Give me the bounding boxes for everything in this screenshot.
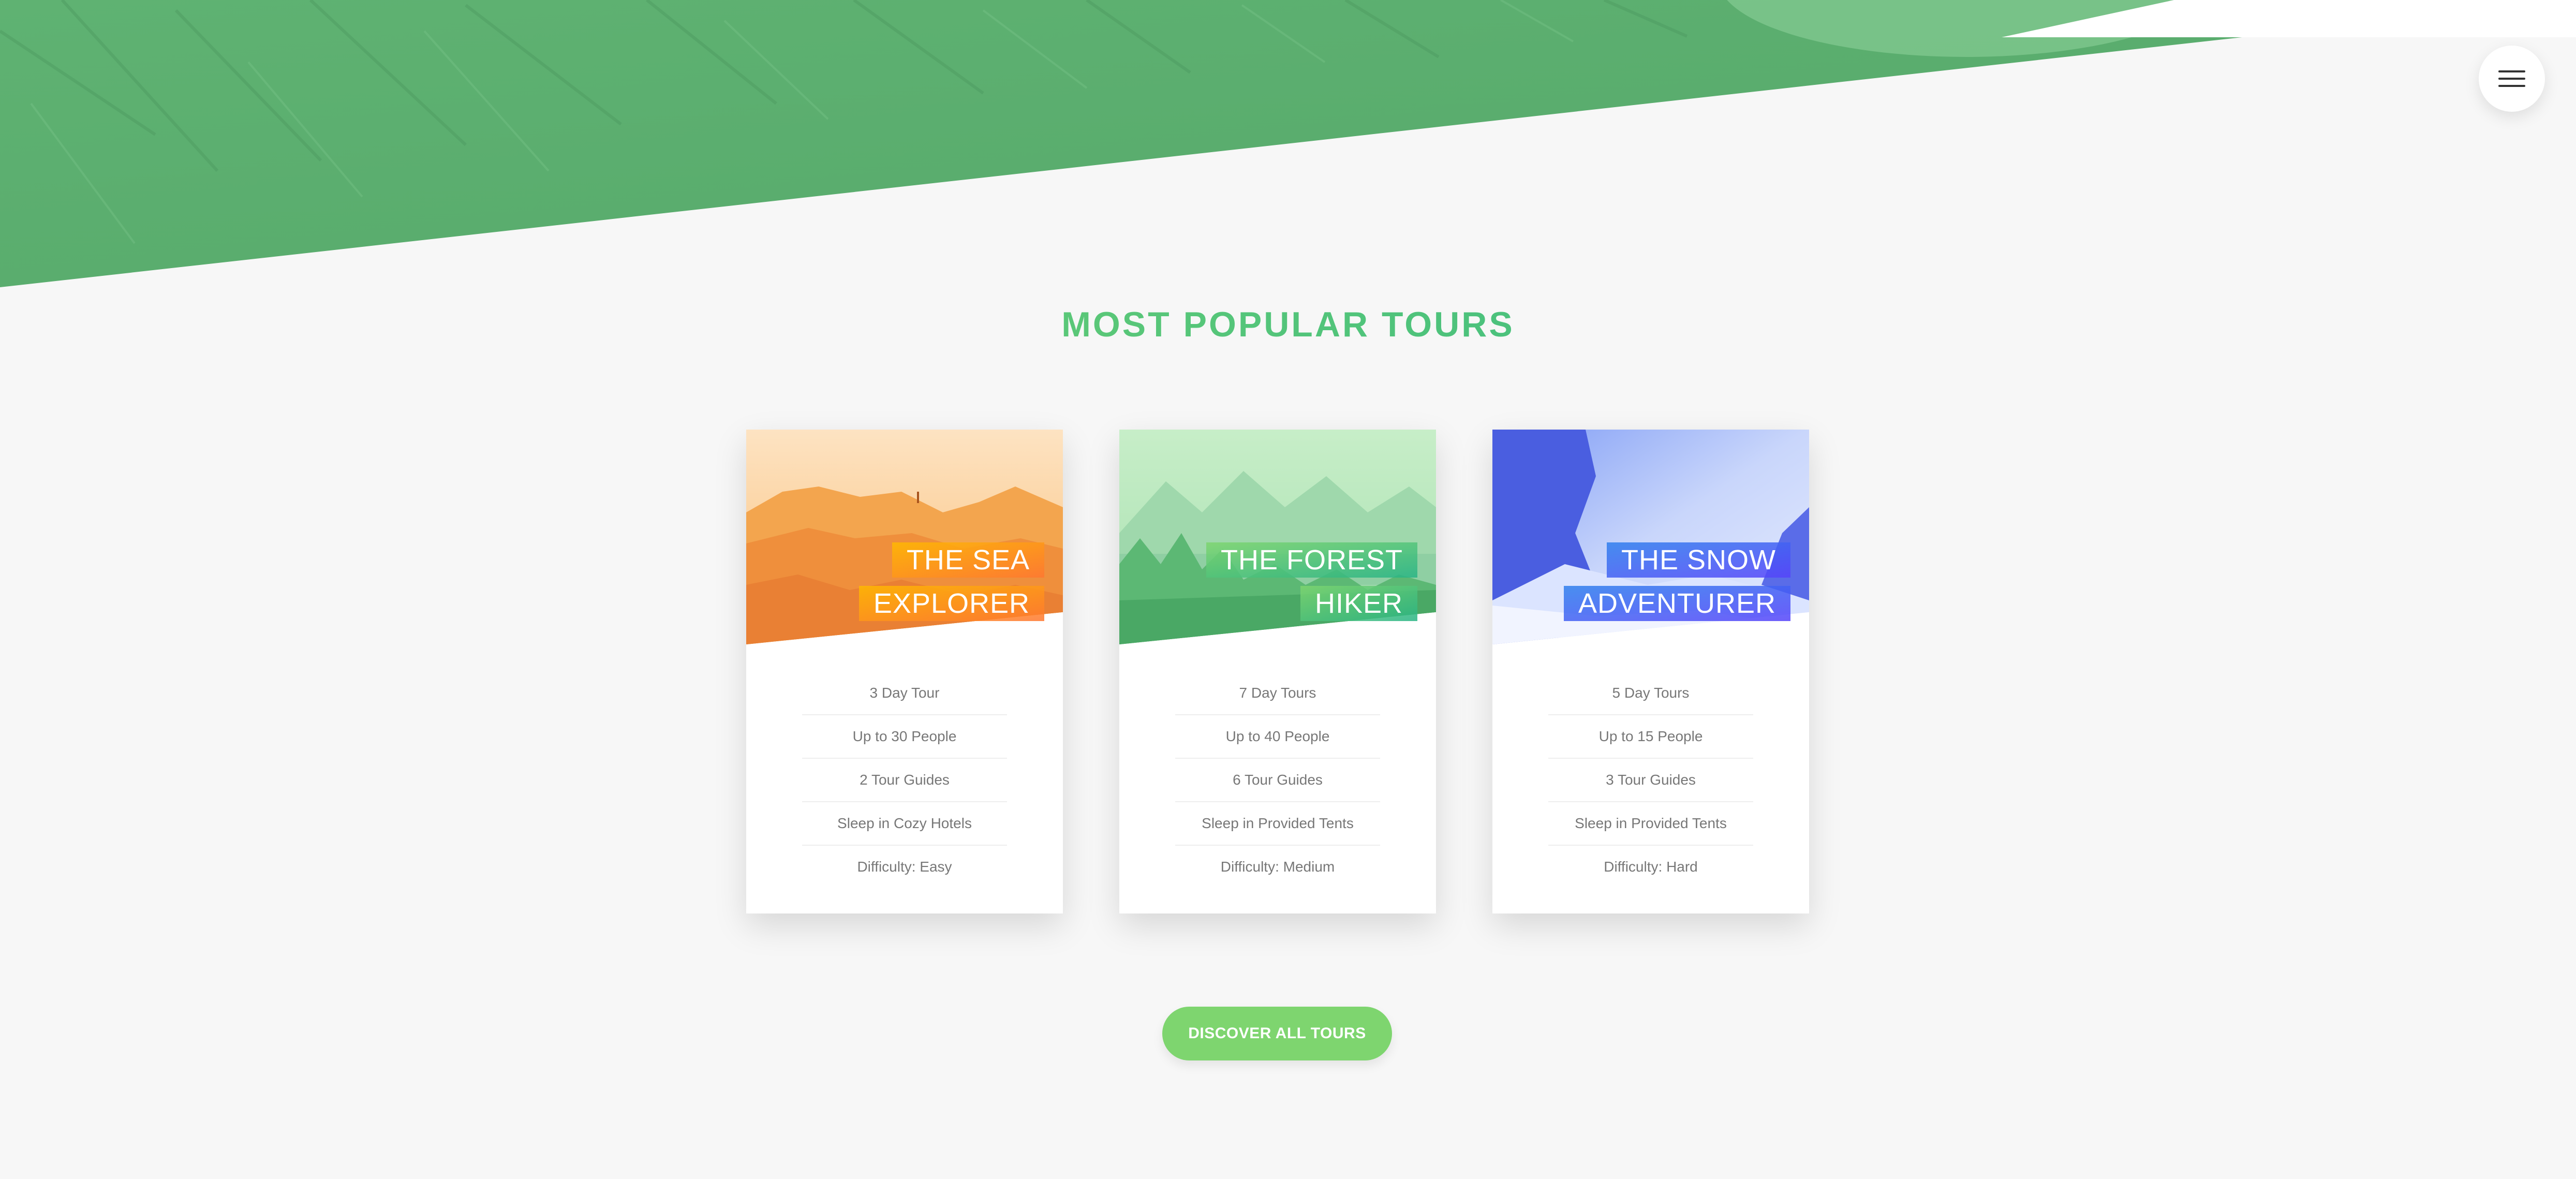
card-heading: THE FOREST HIKER <box>1190 538 1417 625</box>
card-heading: THE SNOW ADVENTURER <box>1563 538 1790 625</box>
list-item: Difficulty: Hard <box>1604 859 1698 875</box>
hero-background <box>0 0 2576 290</box>
card-heading-line1: THE SEA <box>892 542 1044 578</box>
hamburger-menu-icon <box>2498 70 2525 72</box>
discover-all-tours-button[interactable]: DISCOVER ALL TOURS <box>1162 1007 1392 1060</box>
card-details-list: 3 Day Tour Up to 30 People 2 Tour Guides… <box>802 672 1007 888</box>
menu-button[interactable] <box>2479 46 2545 112</box>
list-item: Difficulty: Easy <box>857 859 952 875</box>
tour-card-forest-hiker[interactable]: THE FOREST HIKER 7 Day Tours Up to 40 Pe… <box>1119 430 1436 913</box>
list-item: 2 Tour Guides <box>802 759 1007 802</box>
list-item: 3 Day Tour <box>802 672 1007 715</box>
tour-card-sea-explorer[interactable]: THE SEA EXPLORER 3 Day Tour Up to 30 Peo… <box>746 430 1063 913</box>
list-item: 5 Day Tours <box>1548 672 1753 715</box>
card-heading-line2: ADVENTURER <box>1563 586 1790 621</box>
card-heading-line1: THE FOREST <box>1206 542 1417 578</box>
list-item: Up to 15 People <box>1548 715 1753 759</box>
card-heading-line1: THE SNOW <box>1607 542 1790 578</box>
section-title: MOST POPULAR TOURS <box>0 304 2576 345</box>
hamburger-menu-icon-bar <box>2498 78 2525 80</box>
tour-card-snow-adventurer[interactable]: THE SNOW ADVENTURER 5 Day Tours Up to 15… <box>1492 430 1809 913</box>
hamburger-menu-icon-bar <box>2498 85 2525 87</box>
list-item: 7 Day Tours <box>1175 672 1380 715</box>
list-item: 3 Tour Guides <box>1548 759 1753 802</box>
card-details-list: 7 Day Tours Up to 40 People 6 Tour Guide… <box>1175 672 1380 888</box>
card-details-list: 5 Day Tours Up to 15 People 3 Tour Guide… <box>1548 672 1753 888</box>
list-item: Up to 30 People <box>802 715 1007 759</box>
list-item: Up to 40 People <box>1175 715 1380 759</box>
card-heading-line2: EXPLORER <box>858 586 1044 621</box>
list-item: 6 Tour Guides <box>1175 759 1380 802</box>
list-item: Sleep in Provided Tents <box>1175 802 1380 846</box>
card-heading: THE SEA EXPLORER <box>817 538 1044 625</box>
list-item: Sleep in Provided Tents <box>1548 802 1753 846</box>
list-item: Sleep in Cozy Hotels <box>802 802 1007 846</box>
hero-white-strip <box>2002 0 2576 37</box>
list-item: Difficulty: Medium <box>1220 859 1335 875</box>
card-heading-line2: HIKER <box>1300 586 1417 621</box>
